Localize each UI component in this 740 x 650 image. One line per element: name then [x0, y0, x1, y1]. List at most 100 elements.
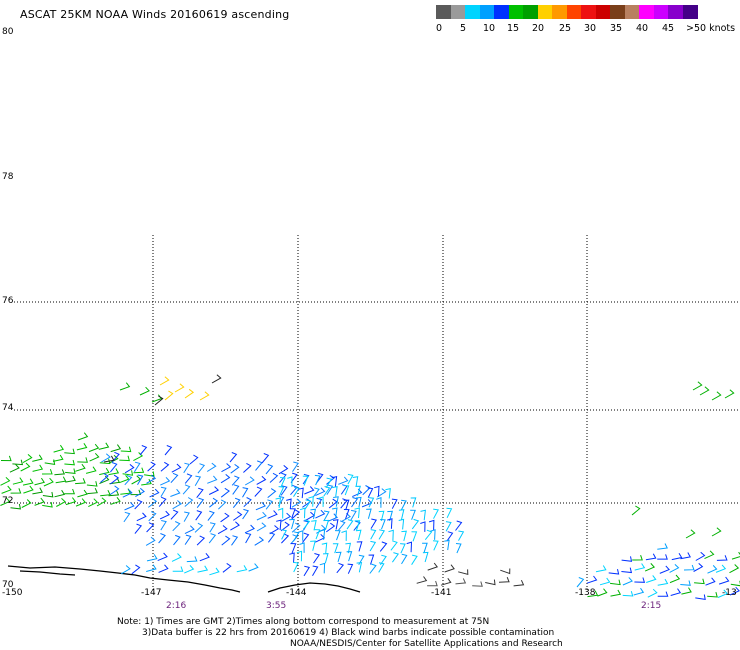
wind-barb	[670, 588, 682, 596]
wind-barb	[314, 529, 321, 540]
wind-barb	[586, 575, 598, 584]
wind-barb	[498, 577, 510, 583]
wind-barb	[64, 459, 75, 466]
wind-barb	[89, 452, 100, 462]
wind-barb	[693, 563, 704, 572]
wind-barb	[400, 543, 406, 554]
wind-barb	[147, 461, 156, 472]
wind-barb	[183, 462, 191, 474]
wind-barb	[157, 552, 168, 562]
wind-barb	[76, 443, 88, 451]
wind-barb	[513, 579, 525, 587]
wind-barb	[335, 551, 342, 563]
wind-barb	[704, 550, 715, 560]
lat-label-74: 74	[2, 403, 14, 413]
wind-barb	[500, 568, 511, 575]
wind-barb	[346, 519, 354, 530]
wind-barb	[32, 464, 44, 472]
wind-barb	[32, 454, 43, 462]
wind-barb	[123, 511, 131, 523]
wind-barb	[186, 556, 198, 563]
wind-barb	[243, 462, 252, 473]
wind-barb	[338, 476, 349, 485]
wind-barb	[286, 498, 292, 510]
wind-barb	[134, 523, 143, 534]
wind-barb	[455, 520, 463, 531]
wind-barb	[669, 564, 680, 573]
wind-barb	[312, 487, 320, 498]
wind-barb	[390, 540, 398, 551]
time-label-pass-1: 2:16	[166, 601, 187, 611]
wind-barb	[332, 519, 339, 530]
wind-barb	[622, 577, 633, 586]
note-line-1: Note: 1) Times are GMT 2)Times along bot…	[117, 617, 490, 627]
wind-barb	[388, 529, 394, 541]
wind-barb	[378, 529, 385, 540]
time-label-pass-3: 2:15	[641, 601, 662, 611]
wind-barb	[657, 543, 668, 550]
wind-barb	[420, 521, 426, 532]
colorbar-segment	[566, 5, 582, 19]
colorbar-segment	[508, 5, 524, 19]
wind-barb	[303, 565, 310, 577]
wind-barb	[299, 507, 306, 519]
wind-barb	[669, 574, 681, 584]
wind-barb	[351, 497, 359, 508]
wind-barb	[243, 497, 252, 508]
wind-barb	[350, 509, 357, 521]
wind-barb	[184, 473, 193, 484]
wind-barb	[220, 512, 230, 523]
wind-barb	[319, 562, 326, 574]
wind-barb	[485, 579, 496, 586]
wind-barb	[657, 591, 669, 597]
wind-barb	[184, 565, 195, 574]
wind-barb	[634, 577, 646, 583]
wind-barb	[724, 389, 735, 399]
wind-barb	[1, 485, 12, 494]
wind-barb	[685, 529, 696, 539]
wind-barb	[88, 443, 100, 453]
wind-barb	[221, 463, 232, 473]
wind-barb	[680, 580, 691, 586]
wind-barb	[236, 565, 248, 573]
wind-barb	[472, 581, 483, 587]
wind-barb	[707, 565, 718, 574]
wind-barb	[433, 508, 439, 519]
note-line-3: NOAA/NESDIS/Center for Satellite Applica…	[290, 639, 563, 649]
wind-barb	[595, 565, 607, 573]
wind-barb	[134, 499, 143, 510]
wind-barb	[0, 476, 11, 486]
wind-barb	[184, 497, 194, 507]
wind-barb	[196, 535, 206, 546]
wind-barb	[211, 374, 222, 384]
wind-barb	[170, 472, 179, 484]
wind-barb	[52, 454, 64, 462]
wind-barb	[110, 462, 118, 473]
wind-barb	[445, 521, 452, 532]
wind-barb	[146, 522, 155, 533]
wind-barb	[289, 518, 295, 530]
wind-barb	[231, 535, 239, 546]
wind-barb	[310, 540, 316, 551]
wind-barb	[207, 510, 215, 521]
wind-barb	[75, 498, 87, 507]
wind-barb	[683, 564, 695, 571]
wind-barb	[401, 530, 407, 542]
wind-barb	[368, 554, 375, 565]
wind-barb	[731, 551, 740, 560]
colorbar-label: 15	[507, 23, 520, 34]
wind-barb	[207, 475, 218, 484]
wind-barb	[139, 445, 148, 456]
wind-barb-map	[0, 235, 740, 600]
wind-barb	[233, 511, 243, 521]
wind-barb	[43, 477, 54, 487]
wind-barb	[0, 455, 12, 462]
wind-barb	[100, 489, 111, 497]
wind-barb	[256, 475, 267, 485]
wind-barb	[209, 497, 219, 508]
wind-barb	[411, 531, 418, 542]
colorbar-segment	[465, 5, 480, 19]
wind-barb	[730, 580, 740, 587]
colorbar-label: 35	[610, 23, 623, 34]
wind-barb	[242, 487, 249, 498]
